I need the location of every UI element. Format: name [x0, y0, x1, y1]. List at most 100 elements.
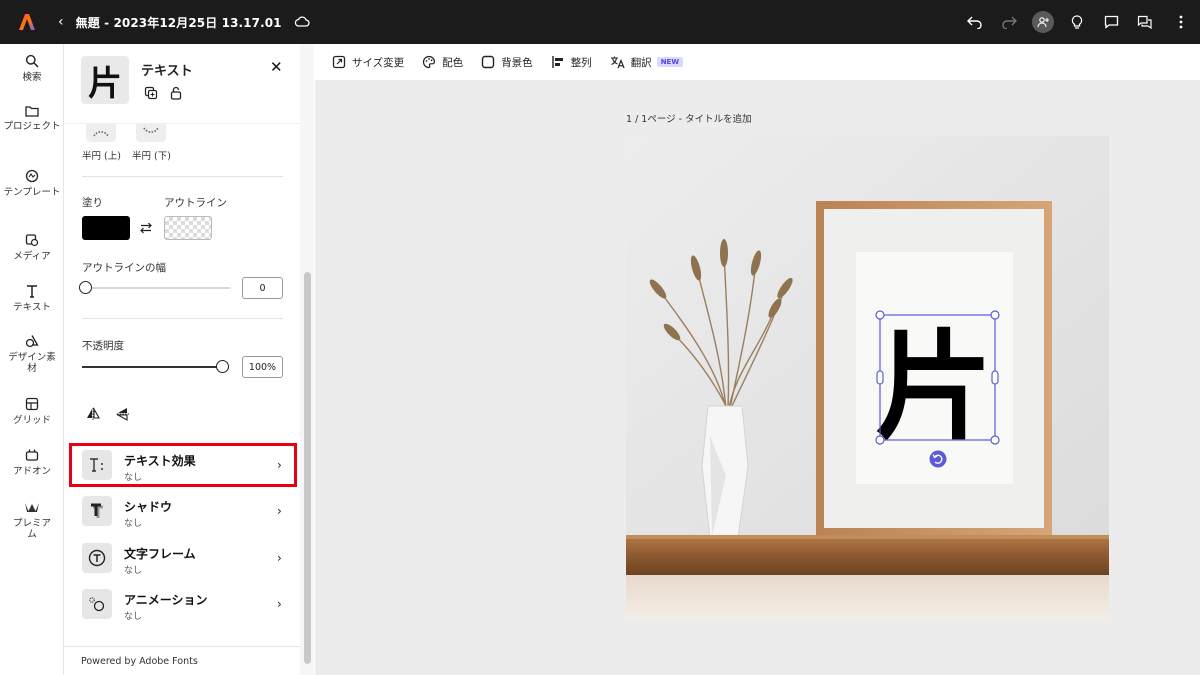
- effect-status: なし: [124, 519, 143, 529]
- artboard-image[interactable]: 片: [626, 136, 1109, 619]
- fill-label: 塗り: [82, 197, 103, 209]
- rail-item-grid[interactable]: グリッド: [0, 397, 64, 426]
- text-icon: [27, 285, 37, 298]
- fill-color-swatch[interactable]: [82, 216, 130, 240]
- top-actions: [958, 0, 1200, 44]
- arc-bottom-icon: [143, 127, 159, 133]
- flip-vertical-icon[interactable]: [116, 407, 130, 421]
- resize-handle-tr[interactable]: [990, 310, 1000, 320]
- outline-width-slider-handle[interactable]: [79, 281, 92, 294]
- panel-title: テキスト: [141, 64, 193, 79]
- curve-preset-top[interactable]: [86, 124, 116, 142]
- lightbulb-icon[interactable]: [1060, 0, 1094, 44]
- top-bar: ‹ 無題 - 2023年12月25日 13.17.01: [0, 0, 1200, 44]
- close-icon[interactable]: ✕: [270, 58, 283, 76]
- rail-item-templates[interactable]: テンプレート: [0, 169, 64, 198]
- rail-item-search[interactable]: 検索: [0, 54, 64, 83]
- panel-scrollbar-thumb[interactable]: [304, 272, 311, 664]
- curve-top-label: 半円 (上): [82, 151, 121, 162]
- background-color-icon: [481, 55, 495, 69]
- resize-handle-left[interactable]: [876, 370, 884, 385]
- resize-handle-br[interactable]: [990, 435, 1000, 445]
- left-rail: 検索 プロジェクト テンプレート メディア テキスト デザイン素材 グリッド ア…: [0, 44, 64, 675]
- swap-colors-icon[interactable]: [139, 221, 153, 235]
- resize-icon: [332, 55, 346, 69]
- rail-item-design-assets[interactable]: デザイン素材: [0, 334, 64, 374]
- background-color-label: 背景色: [501, 56, 533, 69]
- redo-icon[interactable]: [992, 0, 1026, 44]
- white-vase: [701, 405, 749, 539]
- background-color-button[interactable]: 背景色: [481, 55, 533, 70]
- divider: [82, 318, 283, 319]
- folder-icon: [25, 106, 39, 117]
- adobe-express-logo[interactable]: [18, 13, 36, 31]
- color-scheme-label: 配色: [442, 56, 464, 69]
- effect-name: シャドウ: [124, 500, 173, 514]
- effect-name: アニメーション: [124, 593, 208, 607]
- highlight-box: [69, 443, 297, 487]
- opacity-slider-handle[interactable]: [216, 360, 229, 373]
- resize-handle-tl[interactable]: [875, 310, 885, 320]
- media-icon: [25, 234, 39, 247]
- resize-handle-right[interactable]: [991, 370, 999, 385]
- rotate-handle[interactable]: [929, 450, 947, 468]
- rail-label: デザイン素材: [8, 352, 56, 374]
- duplicate-icon[interactable]: [144, 86, 158, 100]
- addon-icon: [25, 449, 39, 461]
- unlock-icon[interactable]: [170, 86, 182, 100]
- resize-handle-bl[interactable]: [875, 435, 885, 445]
- page-title-label[interactable]: 1 / 1ページ - タイトルを追加: [626, 111, 752, 125]
- animation-icon: [82, 589, 112, 619]
- search-icon: [25, 54, 39, 68]
- palette-icon: [423, 55, 436, 69]
- outline-width-slider-track[interactable]: [79, 281, 230, 294]
- new-badge: NEW: [656, 57, 684, 67]
- premium-crown-icon: [25, 503, 39, 512]
- adobe-fonts-credit: Powered by Adobe Fonts: [81, 656, 198, 667]
- flip-horizontal-icon[interactable]: [86, 407, 100, 421]
- context-toolbar: サイズ変更 配色 背景色 整列 翻訳 NEW: [315, 44, 1200, 80]
- outline-color-swatch[interactable]: [164, 216, 212, 240]
- rail-label: テキスト: [13, 302, 51, 313]
- rail-item-media[interactable]: メディア: [0, 233, 64, 262]
- undo-icon[interactable]: [958, 0, 992, 44]
- panel-header: 片 テキスト ✕: [64, 44, 300, 124]
- canvas-area[interactable]: 1 / 1ページ - タイトルを追加 片: [315, 80, 1200, 675]
- floor-background: [626, 574, 1109, 619]
- translate-icon: [610, 56, 625, 69]
- text-frame-icon: [82, 543, 112, 573]
- opacity-slider-track[interactable]: [82, 360, 229, 373]
- align-label: 整列: [570, 56, 592, 69]
- comment-icon[interactable]: [1094, 0, 1128, 44]
- cloud-sync-icon[interactable]: [294, 16, 310, 28]
- color-scheme-button[interactable]: 配色: [422, 55, 463, 70]
- share-chat-icon[interactable]: [1128, 0, 1162, 44]
- effect-row-text-frame[interactable]: 文字フレーム なし ›: [72, 537, 296, 581]
- align-left-icon: [551, 56, 563, 68]
- effect-row-shadow[interactable]: シャドウ なし ›: [72, 490, 296, 534]
- translate-button[interactable]: 翻訳 NEW: [610, 55, 684, 70]
- opacity-input[interactable]: 100%: [242, 356, 283, 378]
- outline-label: アウトライン: [164, 197, 227, 209]
- shadow-icon: [82, 496, 112, 526]
- curve-preset-bottom[interactable]: [136, 124, 166, 142]
- rail-item-addons[interactable]: アドオン: [0, 448, 64, 477]
- outline-width-input[interactable]: 0: [242, 277, 283, 299]
- shelf-edge: [626, 535, 1109, 539]
- rail-item-projects[interactable]: プロジェクト: [0, 105, 64, 132]
- chevron-right-icon: ›: [277, 551, 282, 565]
- rail-item-text[interactable]: テキスト: [0, 284, 64, 313]
- rail-label: 検索: [22, 72, 42, 83]
- resize-button[interactable]: サイズ変更: [332, 55, 404, 70]
- curve-bottom-label: 半円 (下): [132, 151, 171, 162]
- rail-item-premium[interactable]: プレミアム: [0, 500, 64, 540]
- effect-status: なし: [124, 566, 143, 576]
- align-button[interactable]: 整列: [551, 55, 592, 70]
- invite-user-button[interactable]: [1026, 0, 1060, 44]
- canvas-selected-text[interactable]: 片: [875, 318, 993, 456]
- back-chevron-icon[interactable]: ‹: [58, 14, 64, 30]
- effect-row-animation[interactable]: アニメーション なし ›: [72, 583, 296, 627]
- document-title[interactable]: 無題 - 2023年12月25日 13.17.01: [76, 14, 282, 31]
- more-options-icon[interactable]: [1162, 0, 1200, 44]
- divider: [82, 176, 283, 177]
